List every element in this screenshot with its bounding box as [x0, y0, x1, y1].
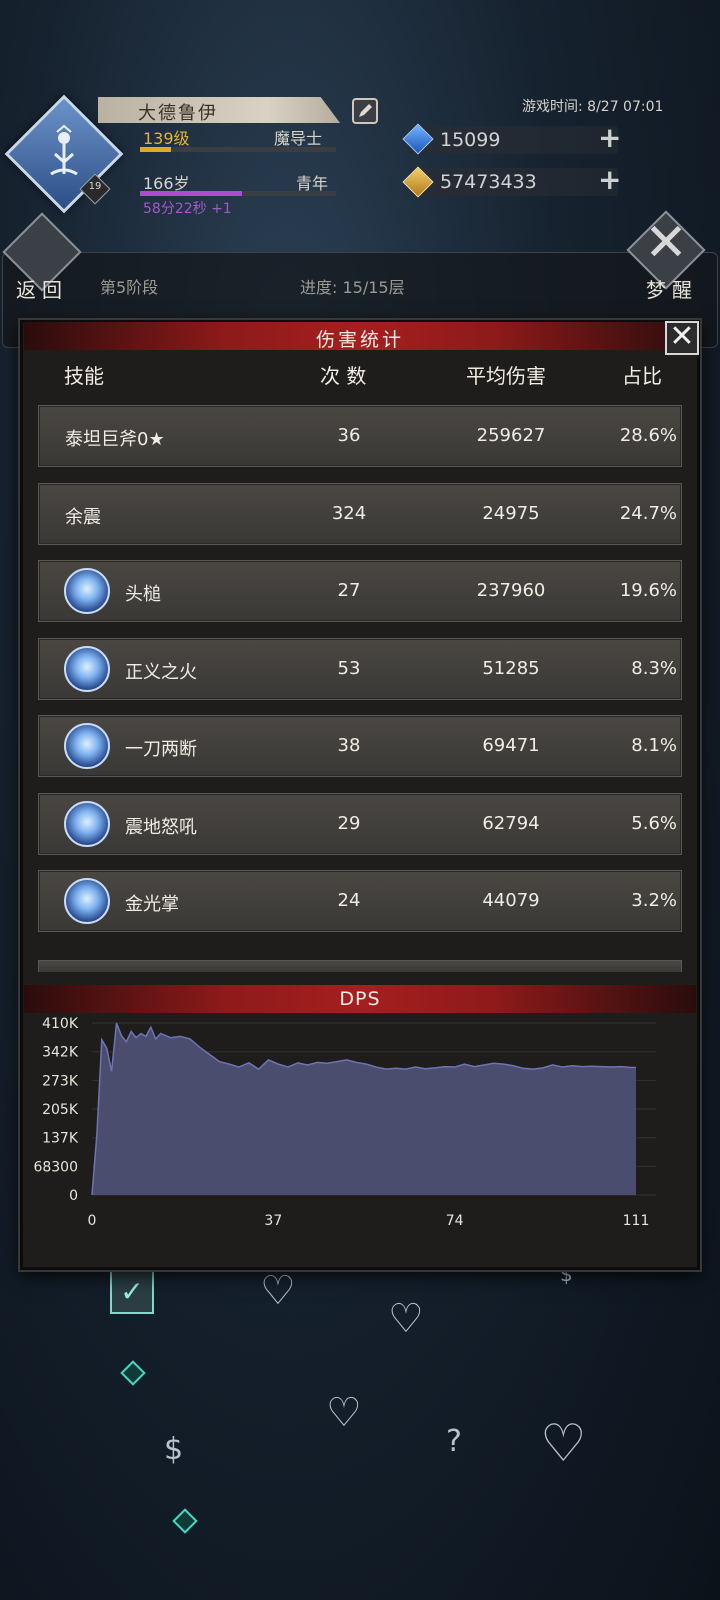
skill-count: 29 — [337, 812, 361, 834]
column-avg-damage: 平均伤害 — [466, 364, 546, 388]
skill-avg-damage: 69471 — [482, 735, 540, 756]
y-tick-label: 205K — [42, 1102, 79, 1118]
y-tick-label: 342K — [42, 1045, 79, 1061]
table-row[interactable]: 震地怒吼 29 62794 5.6% — [38, 792, 682, 855]
money-bag-icon[interactable]: $ — [164, 1432, 183, 1467]
green-gem-icon[interactable] — [172, 1508, 198, 1534]
skill-share: 19.6% — [619, 580, 677, 601]
x-tick-label: 111 — [623, 1213, 650, 1229]
skill-avg-damage: 51285 — [482, 657, 540, 679]
table-row[interactable]: 泰坦巨斧0★ 36 259627 28.6% — [38, 405, 682, 467]
back-label[interactable]: 返回 — [16, 274, 68, 303]
skill-name: 头槌 — [125, 584, 161, 605]
x-tick-label: 37 — [264, 1213, 282, 1229]
skill-share: 8.1% — [631, 735, 677, 756]
sword-icon — [64, 645, 110, 692]
gold-amount: 57473433 — [440, 171, 537, 193]
player-class: 魔导士 — [274, 129, 323, 148]
skill-share: 5.6% — [631, 812, 677, 834]
skill-name: 余震 — [65, 506, 101, 528]
skill-count: 38 — [337, 735, 361, 756]
skill-count: 53 — [337, 657, 361, 679]
y-tick-label: 137K — [42, 1131, 79, 1147]
close-icon[interactable]: ✕ — [665, 319, 699, 355]
palm-burst-icon — [64, 878, 110, 924]
claw-slash-icon — [64, 568, 110, 614]
add-gold-button[interactable]: + — [598, 166, 621, 194]
dps-area — [92, 1023, 636, 1195]
skill-name: 金光掌 — [125, 894, 179, 915]
x-tick-label: 0 — [88, 1213, 97, 1229]
x-tick-label: 74 — [446, 1213, 464, 1229]
table-row[interactable]: 一刀两断 38 69471 8.1% — [38, 715, 682, 777]
level-progress-bar — [140, 147, 336, 152]
player-name: 大德鲁伊 — [138, 103, 218, 124]
skill-share: 8.3% — [631, 657, 677, 679]
avatar-level-text: 19 — [88, 181, 102, 192]
skill-name: 一刀两断 — [125, 739, 197, 760]
skill-avg-damage: 259627 — [476, 425, 546, 446]
boss-helm-icon[interactable]: ♡ — [540, 1414, 587, 1474]
edit-icon — [359, 104, 372, 117]
dps-chart: 0 68300 137K 205K 273K 342K 410K 0 37 74 111 — [33, 1016, 656, 1229]
skill-avg-damage: 44079 — [482, 890, 540, 911]
green-gem-icon[interactable] — [120, 1360, 146, 1386]
table-row[interactable]: 头槌 27 237960 19.6% — [38, 560, 682, 622]
wake-label[interactable]: 梦醒 — [646, 274, 698, 303]
roar-icon — [64, 800, 110, 847]
y-tick-label: 68300 — [33, 1159, 78, 1175]
skill-name: 震地怒吼 — [125, 816, 197, 838]
skill-name: 正义之火 — [125, 661, 197, 683]
table-row[interactable]: 余震 324 24975 24.7% — [38, 482, 682, 545]
y-tick-label: 410K — [42, 1016, 79, 1032]
skill-name: 泰坦巨斧0★ — [65, 429, 165, 450]
skill-count: 27 — [337, 580, 361, 601]
age-progress-bar — [140, 191, 336, 196]
damage-stats-title: 伤害统计 — [315, 329, 404, 351]
dps-title: DPS — [339, 988, 381, 1010]
y-tick-label: 273K — [42, 1073, 79, 1089]
table-row[interactable]: 正义之火 53 51285 8.3% — [38, 637, 682, 700]
add-gems-button[interactable]: + — [598, 124, 621, 152]
skill-share: 24.7% — [619, 502, 677, 524]
completed-chest-icon[interactable]: ✓ — [110, 1270, 154, 1314]
name-plate — [98, 97, 340, 123]
table-row-partial — [38, 960, 682, 972]
column-skill: 技能 — [64, 364, 104, 388]
heart-helm-icon[interactable]: ♡ — [388, 1296, 424, 1342]
age-timer: 58分22秒 +1 — [143, 201, 232, 217]
skill-avg-damage: 237960 — [476, 580, 546, 601]
skill-count: 324 — [331, 502, 367, 524]
heart-helm-icon[interactable]: ♡ — [326, 1390, 362, 1436]
double-slash-icon — [64, 723, 110, 769]
player-level: 139级 — [143, 129, 190, 148]
skill-count: 36 — [337, 425, 361, 446]
druid-avatar-icon — [38, 122, 90, 186]
heart-helm-icon[interactable]: ♡ — [260, 1268, 296, 1314]
skill-share: 28.6% — [619, 425, 677, 446]
skill-avg-damage: 24975 — [482, 502, 540, 524]
column-share: 占比 — [622, 364, 662, 388]
floor-progress-text: 进度: 15/15层 — [300, 278, 405, 297]
game-time: 游戏时间: 8/27 07:01 — [522, 99, 664, 115]
gem-amount: 15099 — [440, 129, 501, 151]
y-tick-label: 0 — [69, 1188, 78, 1204]
close-x-icon: ✕ — [644, 213, 688, 273]
skill-avg-damage: 62794 — [482, 812, 540, 834]
phase-text: 第5阶段 — [100, 278, 159, 297]
mystery-icon[interactable]: ? — [446, 1424, 462, 1459]
skill-share: 3.2% — [631, 890, 677, 911]
skill-count: 24 — [337, 890, 361, 911]
age-progress-fill — [140, 191, 242, 196]
level-progress-fill — [140, 147, 172, 152]
column-count: 次 数 — [320, 364, 367, 388]
table-row[interactable]: 金光掌 24 44079 3.2% — [38, 870, 682, 932]
edit-name-button[interactable] — [352, 98, 378, 124]
